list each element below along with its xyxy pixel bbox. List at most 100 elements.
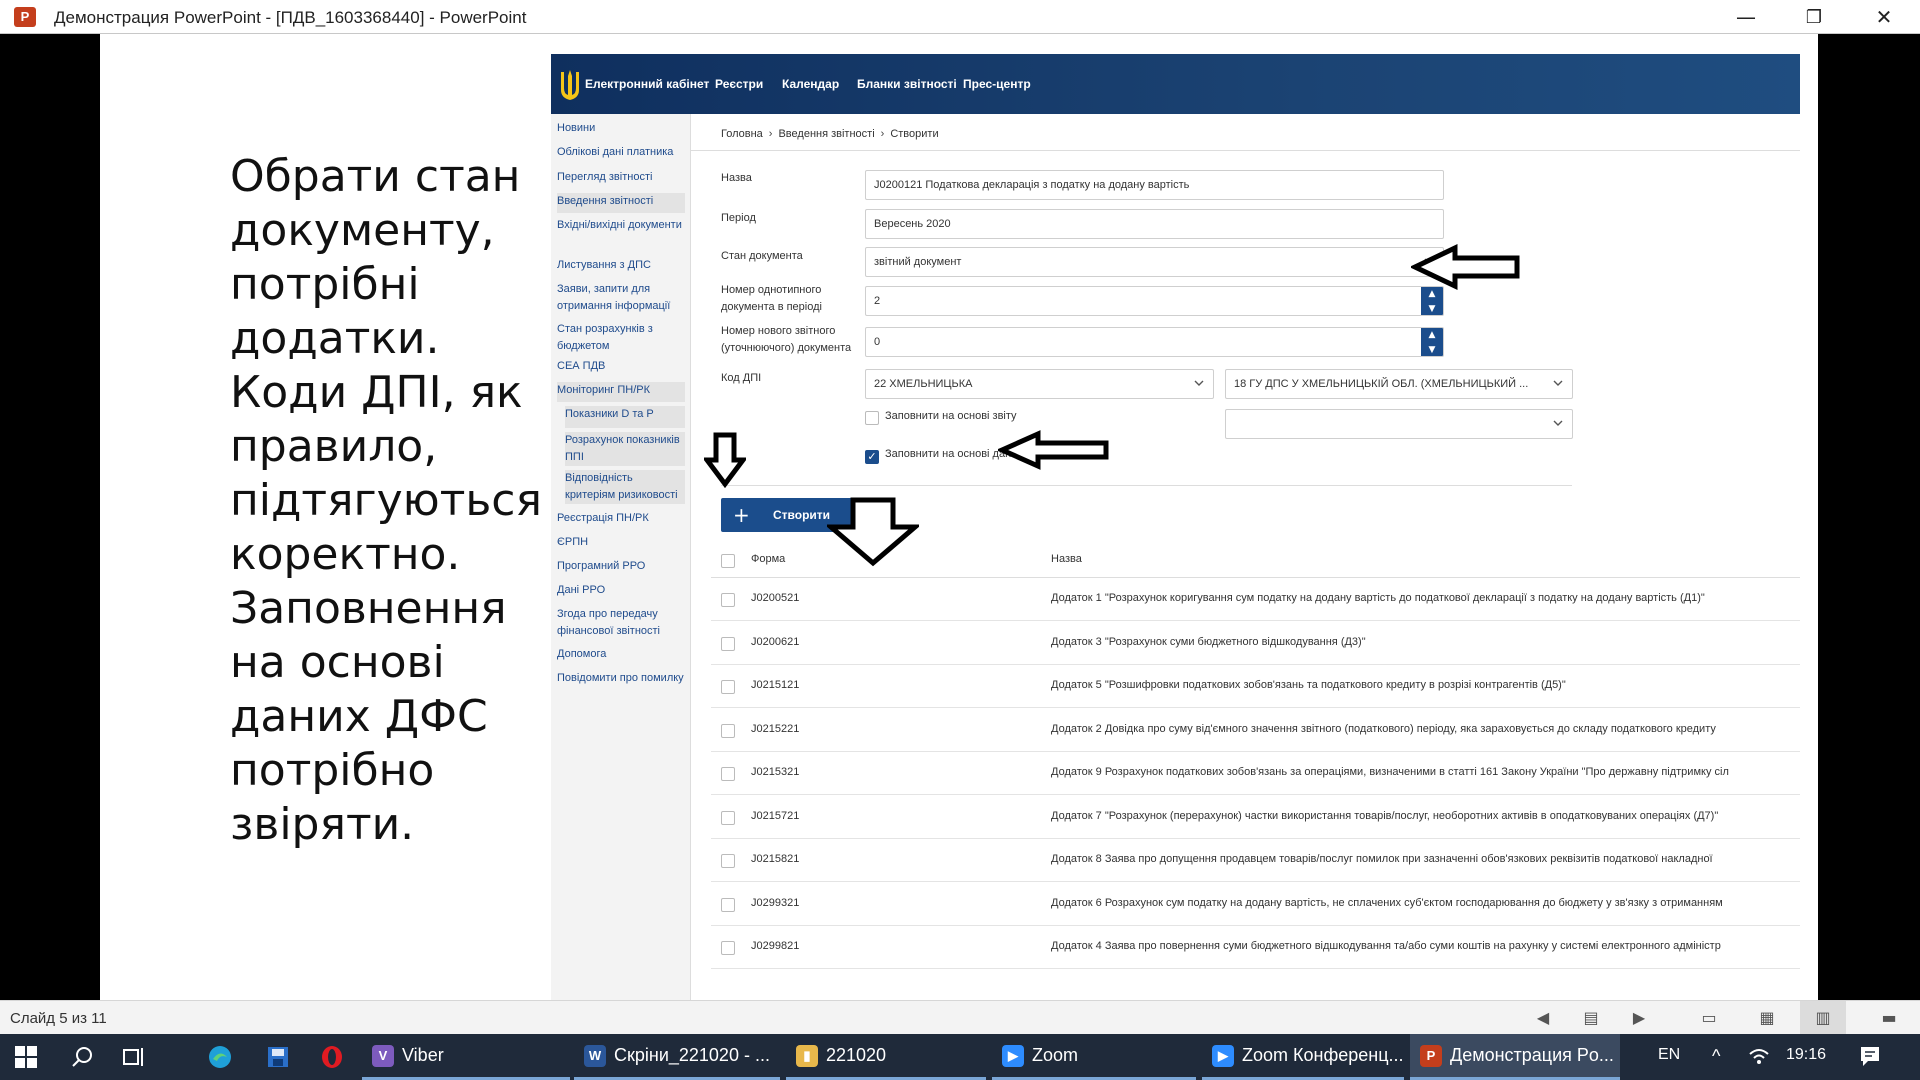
taskbar-app-label: 221020 xyxy=(826,1045,887,1065)
nav-cabinet[interactable]: Електронний кабінет xyxy=(585,54,709,114)
taskbar-app[interactable]: P Демонстрация Po... xyxy=(1410,1034,1620,1080)
slide-menu-icon[interactable]: ▤ xyxy=(1580,1008,1602,1028)
sidebar-item[interactable]: Листування з ДПС xyxy=(557,257,685,275)
taskbar-app[interactable]: V Viber xyxy=(362,1034,570,1080)
language-indicator[interactable]: EN xyxy=(1658,1046,1680,1064)
stepper-up-icon[interactable]: ▲ xyxy=(1421,328,1443,343)
minimize-button[interactable]: — xyxy=(1716,0,1776,34)
table-row[interactable]: J0200521 Додаток 1 "Розрахунок коригуванн… xyxy=(711,578,1800,621)
sidebar-item[interactable]: СЕА ПДВ xyxy=(557,358,685,376)
chevron-right-icon: › xyxy=(880,128,885,140)
sidebar-item[interactable]: Розрахунок показників ППІ xyxy=(565,432,685,466)
select-all-checkbox[interactable] xyxy=(721,554,735,568)
row-form-code: J0215321 xyxy=(751,766,800,778)
taskbar-app[interactable]: ▶ Zoom Конференц... xyxy=(1202,1034,1404,1080)
sidebar-item[interactable]: Облікові дані платника xyxy=(557,144,685,162)
sidebar-item[interactable]: Програмний РРО xyxy=(557,558,685,576)
column-header-form[interactable]: Форма xyxy=(751,553,785,565)
normal-view-icon[interactable]: ▭ xyxy=(1698,1008,1720,1028)
nav-report-forms[interactable]: Бланки звітності xyxy=(857,54,957,114)
search-icon[interactable] xyxy=(58,1034,106,1080)
fill-from-report-checkbox[interactable] xyxy=(865,411,879,425)
taskbar-app-label: Zoom xyxy=(1032,1045,1079,1065)
stepper-buttons[interactable]: ▲ ▼ xyxy=(1421,328,1443,356)
row-checkbox[interactable] xyxy=(721,810,735,825)
stepper-buttons[interactable]: ▲ ▼ xyxy=(1421,287,1443,315)
reading-view-icon[interactable]: ▥ xyxy=(1800,1001,1846,1035)
edge-icon[interactable] xyxy=(196,1034,244,1080)
nav-registers[interactable]: Реєстри xyxy=(715,54,763,114)
taskbar-app-label: Демонстрация Po... xyxy=(1450,1045,1614,1065)
task-view-icon[interactable] xyxy=(110,1034,158,1080)
row-checkbox[interactable] xyxy=(721,680,735,694)
word-icon: W xyxy=(584,1044,606,1067)
row-checkbox[interactable] xyxy=(721,854,735,868)
table-row[interactable]: J0215821 Додаток 8 Заява про допущення пр… xyxy=(711,839,1800,882)
sidebar-item[interactable]: Стан розрахунків з бюджетом xyxy=(557,321,685,355)
sidebar-item[interactable]: Заяви, запити для отримання інформації xyxy=(557,281,685,315)
row-checkbox[interactable] xyxy=(721,897,735,912)
table-row[interactable]: J0200621 Додаток 3 "Розрахунок суми бюдже… xyxy=(711,622,1800,665)
table-row[interactable]: J0215121 Додаток 5 "Розшифровки податкови… xyxy=(711,665,1800,708)
fill-from-dps-checkbox[interactable]: ✓ xyxy=(865,450,879,464)
table-row[interactable]: J0215221 Додаток 2 Довідка про суму від'є… xyxy=(711,709,1800,752)
taskbar-app[interactable]: ▮ 221020 xyxy=(786,1034,986,1080)
row-checkbox[interactable] xyxy=(721,593,735,607)
taskbar-app[interactable]: W Скріни_221020 - ... xyxy=(574,1034,780,1080)
name-field[interactable]: J0200121 Податкова декларація з податку … xyxy=(865,170,1444,200)
next-slide-icon[interactable]: ▶ xyxy=(1628,1008,1650,1028)
notification-icon[interactable] xyxy=(1858,1044,1882,1073)
wifi-icon[interactable] xyxy=(1748,1046,1770,1071)
window-titlebar: P Демонстрация PowerPoint - [ПДВ_1603368… xyxy=(0,0,1920,34)
sidebar-item[interactable]: Дані РРО xyxy=(557,582,685,600)
doc-number-stepper[interactable]: 2 ▲ ▼ xyxy=(865,286,1444,316)
stepper-down-icon[interactable]: ▼ xyxy=(1421,302,1443,315)
taskbar-app[interactable]: ▶ Zoom xyxy=(992,1034,1196,1080)
nav-press-center[interactable]: Прес-центр xyxy=(963,54,1031,114)
doc-number-value: 2 xyxy=(874,295,881,307)
sidebar-item[interactable]: ЄРПН xyxy=(557,534,685,552)
save-app-icon[interactable] xyxy=(254,1034,302,1080)
table-row[interactable]: J0299821 Додаток 4 Заява про повернення с… xyxy=(711,926,1800,969)
chevron-up-icon[interactable]: ^ xyxy=(1712,1046,1720,1067)
nav-calendar[interactable]: Календар xyxy=(782,54,839,114)
slideshow-view-icon[interactable]: ▬ xyxy=(1878,1008,1900,1028)
dpi-region-select[interactable]: 22 ХМЕЛЬНИЦЬКА xyxy=(865,369,1214,399)
sidebar-item[interactable]: Перегляд звітності xyxy=(557,169,685,187)
sidebar-item[interactable]: Реєстрація ПН/РК xyxy=(557,510,685,528)
row-checkbox[interactable] xyxy=(721,723,735,738)
table-row[interactable]: J0215721 Додаток 7 "Розрахунок (перерахун… xyxy=(711,796,1800,839)
breadcrumb-home[interactable]: Головна xyxy=(721,128,763,140)
restore-button[interactable]: ❐ xyxy=(1784,0,1844,34)
windows-start-icon[interactable] xyxy=(0,1034,52,1080)
dpi-office-select[interactable]: 18 ГУ ДПС У ХМЕЛЬНИЦЬКІЙ ОБЛ. (ХМЕЛЬНИЦЬ… xyxy=(1225,369,1573,399)
sidebar-item[interactable]: Вхідні/вихідні документи xyxy=(557,217,685,251)
previous-slide-icon[interactable]: ◀ xyxy=(1532,1008,1554,1028)
sidebar-item[interactable]: Новини xyxy=(557,120,685,138)
breadcrumb-entry[interactable]: Введення звітності xyxy=(778,128,874,140)
clock[interactable]: 19:16 xyxy=(1786,1046,1826,1064)
stepper-down-icon[interactable]: ▼ xyxy=(1421,343,1443,356)
period-field[interactable]: Вересень 2020 xyxy=(865,209,1444,239)
table-row[interactable]: J0215321 Додаток 9 Розрахунок податкових … xyxy=(711,752,1800,795)
new-doc-number-stepper[interactable]: 0 ▲ ▼ xyxy=(865,327,1444,357)
sidebar-item[interactable]: Згода про передачу фінансової звітності xyxy=(557,606,685,640)
row-checkbox[interactable] xyxy=(721,636,735,651)
doc-state-select[interactable]: звітний документ xyxy=(865,247,1444,277)
sidebar-item[interactable]: Повідомити про помилку xyxy=(557,670,685,704)
opera-icon[interactable] xyxy=(308,1034,356,1080)
column-header-name[interactable]: Назва xyxy=(1051,553,1082,565)
sidebar-item[interactable]: Моніторинг ПН/РК xyxy=(557,382,685,402)
slide-counter: Слайд 5 из 11 xyxy=(10,1010,107,1027)
extra-select[interactable] xyxy=(1225,409,1573,439)
left-arrow-annotation-icon xyxy=(1411,244,1520,290)
close-button[interactable]: ✕ xyxy=(1854,0,1914,34)
row-checkbox[interactable] xyxy=(721,941,735,955)
slide-sorter-icon[interactable]: ▦ xyxy=(1756,1008,1778,1028)
row-checkbox[interactable] xyxy=(721,767,735,781)
table-row[interactable]: J0299321 Додаток 6 Розрахунок сум податку… xyxy=(711,883,1800,926)
sidebar-item[interactable]: Введення звітності xyxy=(557,193,685,213)
sidebar-item[interactable]: Допомога xyxy=(557,646,685,664)
sidebar-item[interactable]: Відповідність критеріям ризиковості xyxy=(565,470,685,504)
sidebar-item[interactable]: Показники D та P xyxy=(565,406,685,428)
